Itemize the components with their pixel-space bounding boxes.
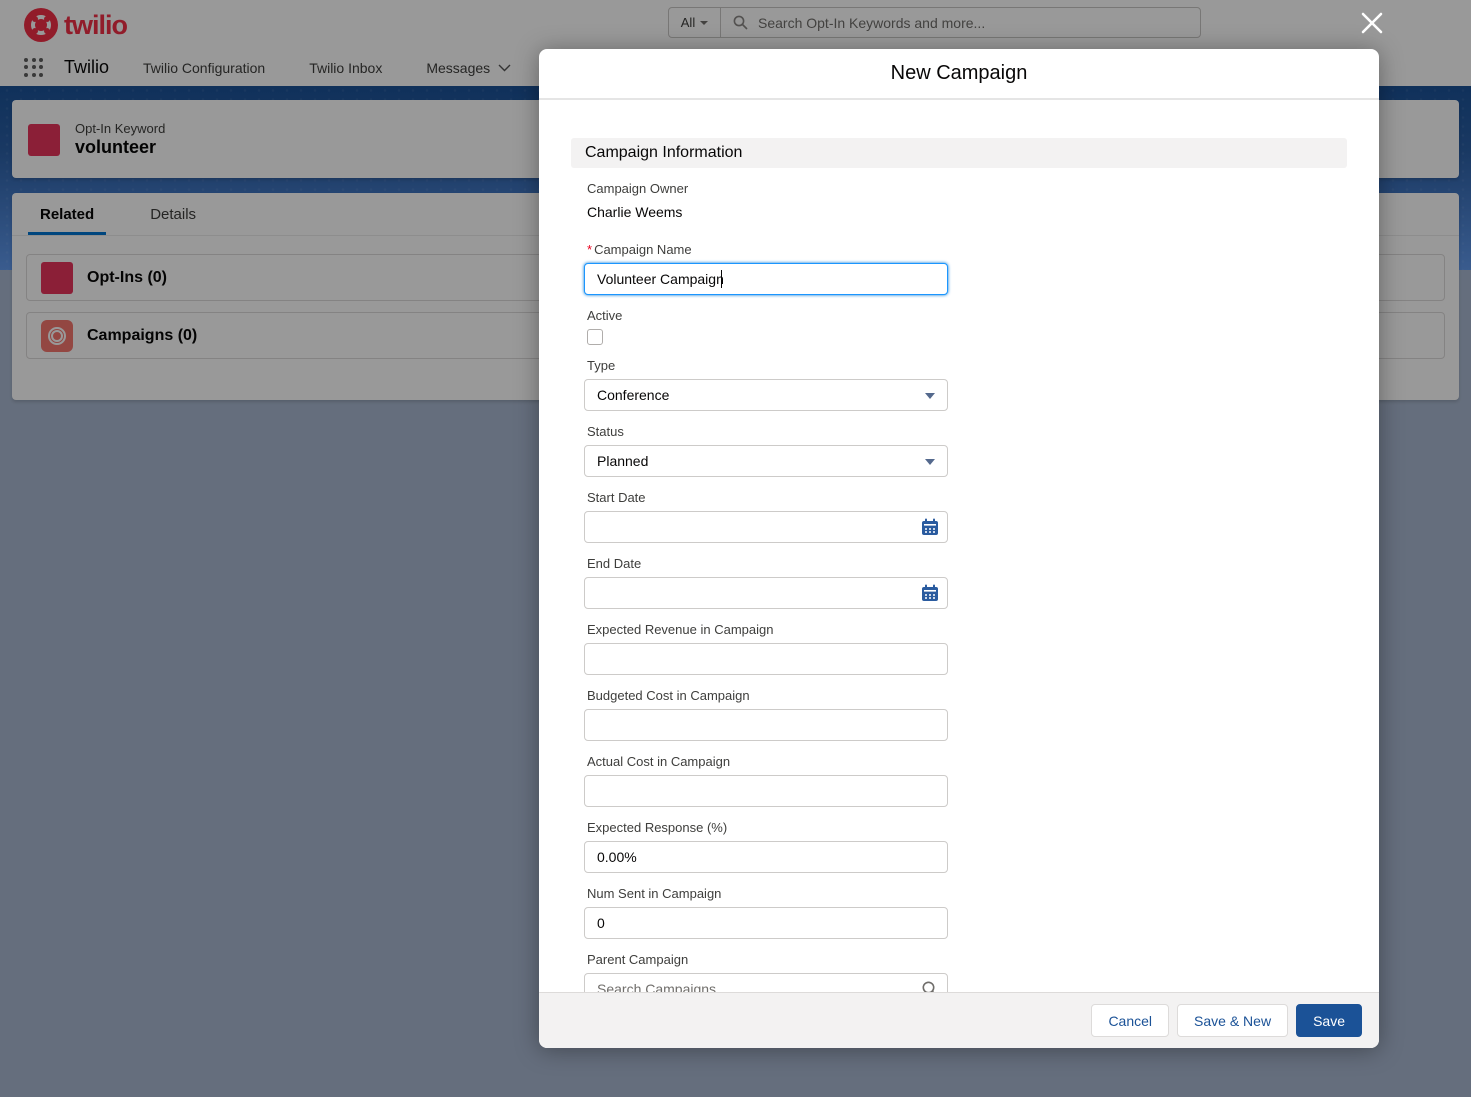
field-campaign-name: *Campaign Name (584, 242, 948, 295)
field-budgeted-cost: Budgeted Cost in Campaign (584, 688, 948, 741)
field-label: Expected Revenue in Campaign (587, 622, 948, 638)
field-start-date: Start Date (584, 490, 948, 543)
budgeted-cost-input[interactable] (584, 709, 948, 741)
expected-revenue-input[interactable] (584, 643, 948, 675)
campaign-name-input[interactable] (584, 263, 948, 295)
field-label: Campaign Owner (587, 181, 948, 197)
field-label: Actual Cost in Campaign (587, 754, 948, 770)
start-date-input[interactable] (584, 511, 948, 543)
field-label: Type (587, 358, 948, 374)
actual-cost-input[interactable] (584, 775, 948, 807)
field-actual-cost: Actual Cost in Campaign (584, 754, 948, 807)
field-label: Budgeted Cost in Campaign (587, 688, 948, 704)
field-expected-response: Expected Response (%) (584, 820, 948, 873)
save-button[interactable]: Save (1296, 1004, 1362, 1037)
calendar-icon[interactable] (921, 518, 939, 536)
section-header-campaign-information: Campaign Information (571, 138, 1347, 168)
field-status: Status Planned (584, 424, 948, 477)
field-active: Active (584, 308, 948, 345)
modal-close-icon[interactable] (1358, 9, 1386, 37)
field-parent-campaign: Parent Campaign (584, 952, 948, 992)
field-label: *Campaign Name (587, 242, 948, 258)
new-campaign-modal: New Campaign Campaign Information Campai… (539, 49, 1379, 1048)
modal-header: New Campaign (539, 49, 1379, 100)
required-asterisk: * (587, 242, 592, 257)
calendar-icon[interactable] (921, 584, 939, 602)
active-checkbox[interactable] (587, 329, 603, 345)
modal-body: Campaign Information Campaign Owner Char… (539, 102, 1379, 992)
field-expected-revenue: Expected Revenue in Campaign (584, 622, 948, 675)
field-label: Start Date (587, 490, 948, 506)
field-end-date: End Date (584, 556, 948, 609)
field-campaign-owner: Campaign Owner Charlie Weems (584, 181, 948, 222)
field-label: End Date (587, 556, 948, 572)
type-select[interactable]: Conference (584, 379, 948, 411)
save-and-new-button[interactable]: Save & New (1177, 1004, 1288, 1037)
modal-footer: Cancel Save & New Save (539, 992, 1379, 1048)
field-label: Status (587, 424, 948, 440)
search-icon (921, 980, 939, 992)
text-cursor (721, 270, 722, 288)
end-date-input[interactable] (584, 577, 948, 609)
num-sent-input[interactable] (584, 907, 948, 939)
parent-campaign-lookup-input[interactable] (584, 973, 948, 992)
field-label: Parent Campaign (587, 952, 948, 968)
field-label: Expected Response (%) (587, 820, 948, 836)
chevron-down-icon (925, 393, 935, 399)
field-label: Active (587, 308, 948, 324)
field-label: Num Sent in Campaign (587, 886, 948, 902)
cancel-button[interactable]: Cancel (1091, 1004, 1169, 1037)
status-select[interactable]: Planned (584, 445, 948, 477)
expected-response-input[interactable] (584, 841, 948, 873)
field-num-sent: Num Sent in Campaign (584, 886, 948, 939)
field-type: Type Conference (584, 358, 948, 411)
chevron-down-icon (925, 459, 935, 465)
campaign-owner-value: Charlie Weems (587, 202, 948, 222)
modal-title: New Campaign (891, 62, 1028, 85)
